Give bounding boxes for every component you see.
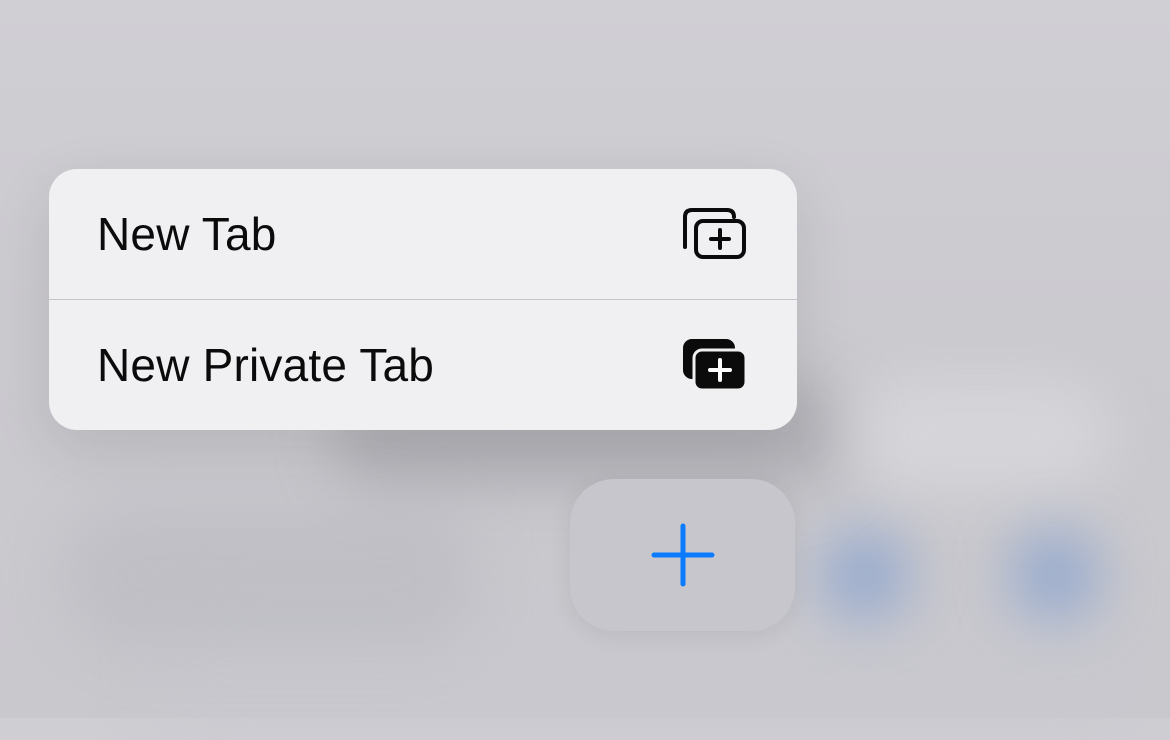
new-tab-icon <box>683 208 746 259</box>
menu-item-new-tab[interactable]: New Tab <box>49 169 797 299</box>
menu-item-label: New Tab <box>97 208 277 260</box>
menu-item-new-private-tab[interactable]: New Private Tab <box>49 299 797 429</box>
menu-item-label: New Private Tab <box>97 338 435 391</box>
add-tab-button[interactable] <box>570 479 795 631</box>
new-tab-context-menu: New Tab New Private Tab <box>49 169 797 430</box>
background-blur-blue <box>1010 530 1100 620</box>
background-blur-blue <box>820 530 910 620</box>
background-blur <box>850 380 1110 490</box>
plus-icon <box>651 523 714 587</box>
background-blur <box>60 500 480 650</box>
new-private-tab-icon <box>683 339 748 392</box>
